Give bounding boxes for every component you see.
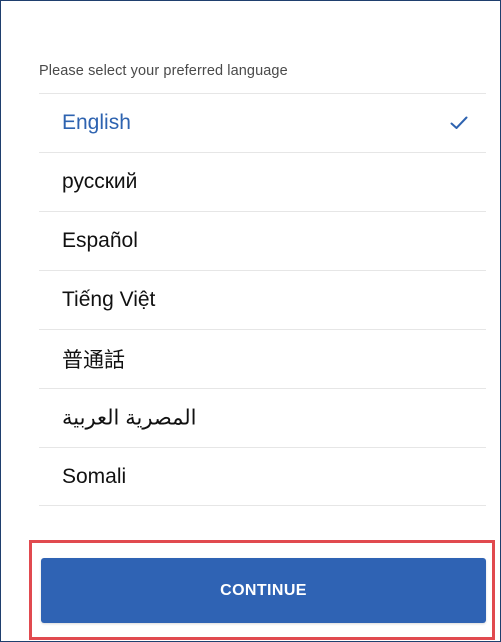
- language-label: Tiếng Việt: [62, 288, 156, 311]
- language-option-vietnamese[interactable]: Tiếng Việt: [39, 270, 486, 329]
- language-label: Somali: [62, 464, 127, 488]
- language-label: Español: [62, 229, 138, 252]
- language-option-arabic[interactable]: المصرية العربية: [39, 388, 486, 447]
- checkmark-icon: [450, 116, 468, 129]
- language-option-english[interactable]: English: [39, 93, 486, 152]
- language-label: 普通話: [62, 349, 125, 372]
- language-list: English русский Español Tiếng Việt 普通話 ا…: [39, 93, 486, 506]
- language-prompt: Please select your preferred language: [39, 63, 288, 79]
- continue-button[interactable]: CONTINUE: [41, 558, 486, 623]
- language-option-chinese[interactable]: 普通話: [39, 329, 486, 388]
- language-option-somali[interactable]: Somali: [39, 447, 486, 506]
- language-label: المصرية العربية: [62, 406, 197, 430]
- language-label: русский: [62, 170, 138, 193]
- language-option-russian[interactable]: русский: [39, 152, 486, 211]
- language-label: English: [62, 111, 131, 134]
- language-option-spanish[interactable]: Español: [39, 211, 486, 270]
- language-selection-screen: Please select your preferred language En…: [0, 0, 501, 642]
